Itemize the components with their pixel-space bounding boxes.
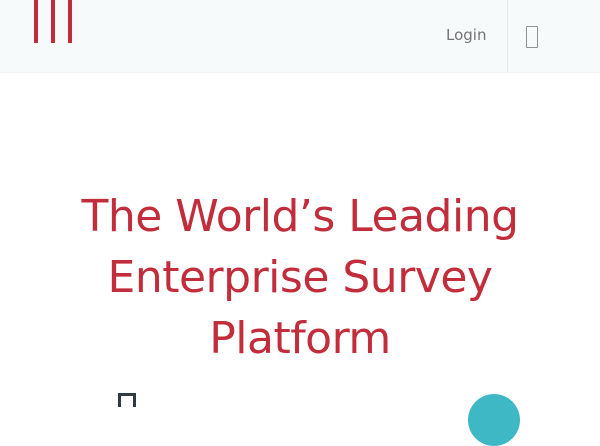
hero-title: The World’s Leading Enterprise Survey Pl… (40, 186, 560, 369)
hero-title-line: Enterprise Survey (107, 252, 493, 303)
login-link[interactable]: Login (446, 26, 486, 44)
menu-icon[interactable] (526, 26, 538, 48)
site-header: Login (0, 0, 600, 73)
circle-graphic (468, 394, 520, 446)
logo-bar (51, 0, 55, 43)
hero-title-line: Platform (209, 313, 391, 364)
hero-title-line: The World’s Leading (81, 191, 519, 242)
logo-bar (68, 0, 72, 43)
logo-bar (34, 0, 38, 43)
device-icon (118, 393, 136, 407)
logo[interactable] (34, 0, 76, 44)
header-divider (507, 0, 508, 72)
